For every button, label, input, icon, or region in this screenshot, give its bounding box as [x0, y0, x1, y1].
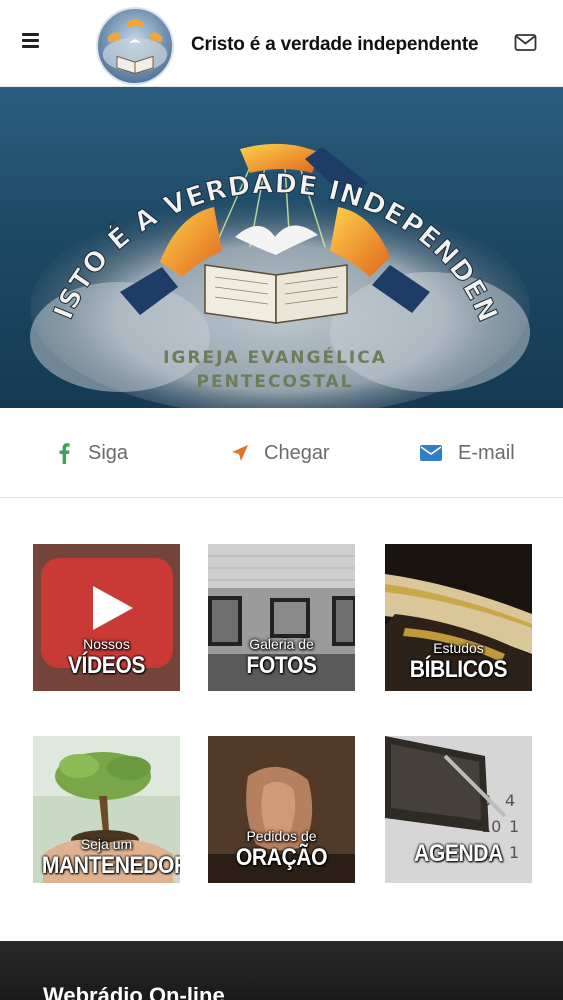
follow-button[interactable]: Siga	[56, 438, 128, 468]
tile-videos[interactable]: Nossos VÍDEOS	[33, 544, 180, 691]
tile-photos[interactable]: Galeria de FOTOS	[208, 544, 355, 691]
app-title: Cristo é a verdade independente	[191, 34, 479, 55]
church-logo[interactable]	[96, 7, 174, 85]
facebook-icon	[59, 443, 70, 464]
webradio-section[interactable]: Webrádio On-line	[0, 941, 563, 1000]
banner-line1: IGREJA EVANGÉLICA	[163, 346, 387, 368]
hero-banner: CRISTO É A VERDADE INDEPENDENTE IGREJA E…	[0, 87, 563, 408]
svg-text:1: 1	[509, 817, 519, 836]
directions-label: Chegar	[264, 441, 330, 464]
tile-bible-studies[interactable]: Estudos BÍBLICOS	[385, 544, 532, 691]
directions-button[interactable]: Chegar	[230, 438, 330, 468]
banner-line2: PENTECOSTAL	[197, 372, 354, 392]
envelope-icon	[420, 445, 442, 461]
tile-supporter[interactable]: Seja um MANTENEDOR	[33, 736, 180, 883]
navigation-arrow-icon	[232, 445, 248, 461]
follow-label: Siga	[88, 441, 129, 464]
tile-prayer[interactable]: Pedidos de ORAÇÃO	[208, 736, 355, 883]
tile-bible-studies-big: BÍBLICOS	[409, 656, 508, 683]
webradio-title: Webrádio On-line	[43, 983, 225, 1000]
tile-photos-small: Galeria de	[249, 636, 314, 652]
tile-videos-big: VÍDEOS	[67, 652, 146, 679]
tile-prayer-big: ORAÇÃO	[235, 844, 328, 871]
app-header: Cristo é a verdade independente	[0, 0, 563, 87]
envelope-icon[interactable]	[514, 33, 540, 53]
tile-agenda-big: AGENDA	[414, 840, 503, 867]
app-root: Cristo é a verdade independente ISTO É A…	[0, 0, 563, 1000]
tile-bible-studies-small: Estudos	[433, 640, 484, 656]
tile-prayer-small: Pedidos de	[246, 828, 317, 844]
tile-agenda[interactable]: 34 101 171 AGENDA	[385, 736, 532, 883]
svg-text:4: 4	[505, 791, 515, 810]
tile-photos-big: FOTOS	[246, 652, 317, 679]
email-label: E-mail	[458, 441, 515, 464]
hamburger-menu-icon[interactable]	[22, 30, 50, 56]
action-bar: Siga Chegar E-mail	[0, 408, 563, 498]
tile-supporter-big: MANTENEDOR	[41, 852, 180, 879]
tile-supporter-small: Seja um	[80, 836, 133, 852]
email-button[interactable]: E-mail	[420, 438, 515, 468]
tile-videos-small: Nossos	[83, 636, 130, 652]
